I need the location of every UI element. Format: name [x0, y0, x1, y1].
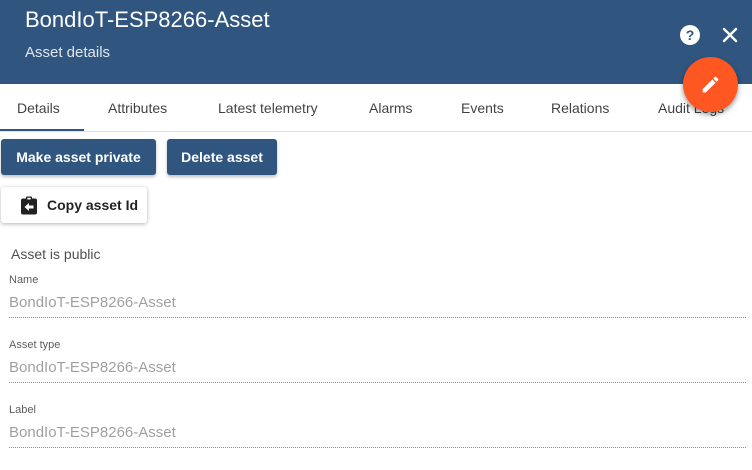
- name-field: Name BondIoT-ESP8266-Asset: [9, 273, 746, 318]
- pencil-icon: [702, 76, 719, 93]
- field-underline: [9, 317, 746, 318]
- label-field: Label BondIoT-ESP8266-Asset: [9, 403, 746, 448]
- copy-asset-id-label: Copy asset Id: [47, 197, 139, 213]
- tab-bar: Details Attributes Latest telemetry Alar…: [0, 84, 752, 132]
- tab-alarms[interactable]: Alarms: [369, 84, 413, 132]
- make-asset-private-button[interactable]: Make asset private: [1, 139, 156, 175]
- help-circle-icon[interactable]: ?: [680, 25, 700, 45]
- field-underline: [9, 447, 746, 448]
- tab-attributes[interactable]: Attributes: [108, 84, 167, 132]
- tab-events[interactable]: Events: [461, 84, 504, 132]
- name-field-label: Name: [9, 274, 39, 286]
- tab-relations[interactable]: Relations: [551, 84, 609, 132]
- close-icon[interactable]: [719, 24, 741, 46]
- active-tab-indicator: [0, 129, 84, 131]
- copy-asset-id-button[interactable]: Copy asset Id: [1, 187, 147, 223]
- asset-type-field-label: Asset type: [9, 339, 61, 351]
- name-field-value[interactable]: BondIoT-ESP8266-Asset: [9, 293, 746, 313]
- label-field-label: Label: [9, 404, 36, 416]
- dialog-header: BondIoT-ESP8266-Asset Asset details ?: [0, 0, 752, 84]
- tab-latest-telemetry[interactable]: Latest telemetry: [218, 84, 318, 132]
- asset-type-field: Asset type BondIoT-ESP8266-Asset: [9, 338, 746, 383]
- asset-type-field-value[interactable]: BondIoT-ESP8266-Asset: [9, 358, 746, 378]
- field-underline: [9, 382, 746, 383]
- page-title: BondIoT-ESP8266-Asset: [25, 7, 270, 32]
- edit-button[interactable]: [683, 57, 738, 112]
- page-subtitle: Asset details: [25, 44, 111, 61]
- clipboard-arrow-left-icon: [21, 196, 37, 215]
- public-status-text: Asset is public: [11, 246, 101, 262]
- delete-asset-button[interactable]: Delete asset: [167, 139, 277, 175]
- tab-details[interactable]: Details: [17, 84, 60, 132]
- label-field-value[interactable]: BondIoT-ESP8266-Asset: [9, 423, 746, 443]
